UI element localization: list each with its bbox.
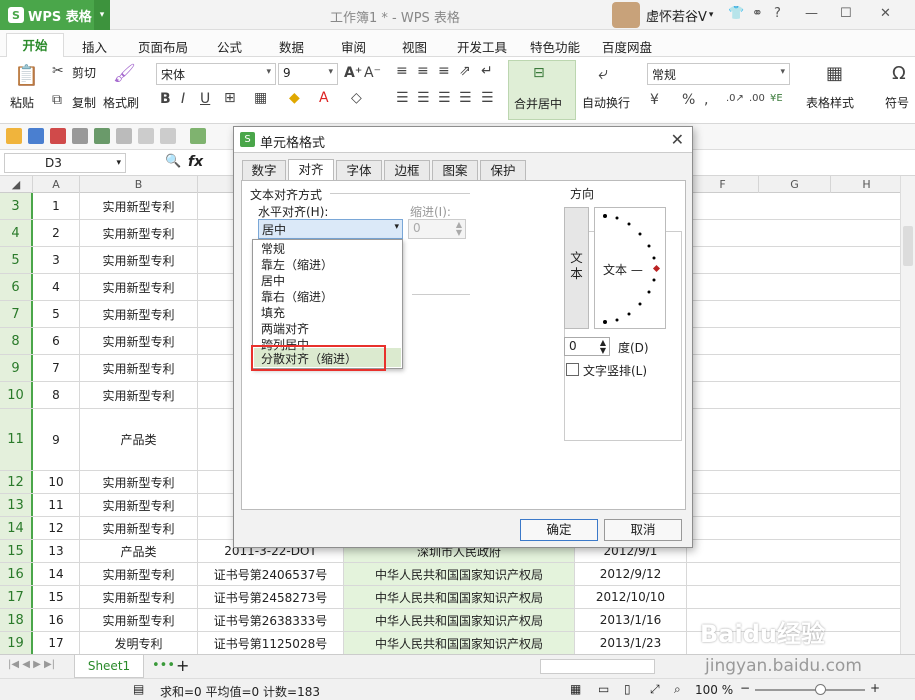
dropdown-option[interactable]: 居中: [261, 272, 285, 289]
tab-alignment[interactable]: 对齐: [288, 159, 334, 181]
indent-value: 0: [413, 221, 421, 235]
tab-font[interactable]: 字体: [336, 160, 382, 180]
vertical-text-checkbox-label: 文字竖排(L): [583, 364, 648, 378]
ok-button[interactable]: 确定: [520, 519, 598, 541]
tab-pattern[interactable]: 图案: [432, 160, 478, 180]
horizontal-align-label: 水平对齐(H):: [258, 205, 329, 219]
horizontal-align-select[interactable]: 居中 ▾: [258, 219, 403, 239]
degree-label: 度(D): [618, 341, 649, 355]
dropdown-option[interactable]: 两端对齐: [261, 320, 309, 337]
orientation-label: 方向: [568, 185, 597, 202]
vertical-text-button[interactable]: 文本: [564, 207, 589, 329]
vertical-text-checkbox[interactable]: [566, 363, 579, 376]
tab-border[interactable]: 边框: [384, 160, 430, 180]
chevron-down-icon: ▾: [394, 222, 399, 232]
wps-logo-icon: S: [240, 132, 255, 147]
dial-label: 文本 —: [603, 263, 643, 277]
dropdown-option[interactable]: 填充: [261, 304, 285, 321]
cancel-button[interactable]: 取消: [604, 519, 682, 541]
indent-label: 缩进(I):: [410, 205, 451, 219]
dropdown-option[interactable]: 靠右（缩进）: [261, 288, 333, 305]
format-cells-dialog: S 单元格格式 ✕ 数字 对齐 字体 边框 图案 保护 文本对齐方式 水平对齐(…: [233, 126, 693, 548]
divider: [412, 294, 470, 295]
horizontal-align-value: 居中: [262, 223, 287, 237]
spin-arrows-icon[interactable]: ▲ ▼: [600, 339, 606, 355]
tab-protection[interactable]: 保护: [480, 160, 526, 180]
vertical-text-label: 文本: [570, 250, 583, 281]
spin-arrows-icon[interactable]: ▲ ▼: [456, 221, 462, 237]
degree-value: 0: [569, 339, 577, 353]
dialog-title-bar: S 单元格格式 ✕: [234, 127, 692, 153]
dropdown-option[interactable]: 常规: [261, 240, 285, 257]
dialog-title: 单元格格式: [260, 136, 326, 151]
degree-stepper[interactable]: 0 ▲ ▼: [564, 337, 610, 356]
divider: [330, 193, 470, 194]
orientation-dial[interactable]: 文本 —: [594, 207, 666, 329]
indent-stepper[interactable]: 0 ▲ ▼: [408, 219, 466, 239]
close-icon[interactable]: ✕: [671, 130, 684, 149]
highlight-box: [251, 345, 386, 371]
dropdown-option[interactable]: 靠左（缩进）: [261, 256, 333, 273]
text-align-section-title: 文本对齐方式: [250, 188, 323, 202]
tab-number[interactable]: 数字: [242, 160, 286, 180]
